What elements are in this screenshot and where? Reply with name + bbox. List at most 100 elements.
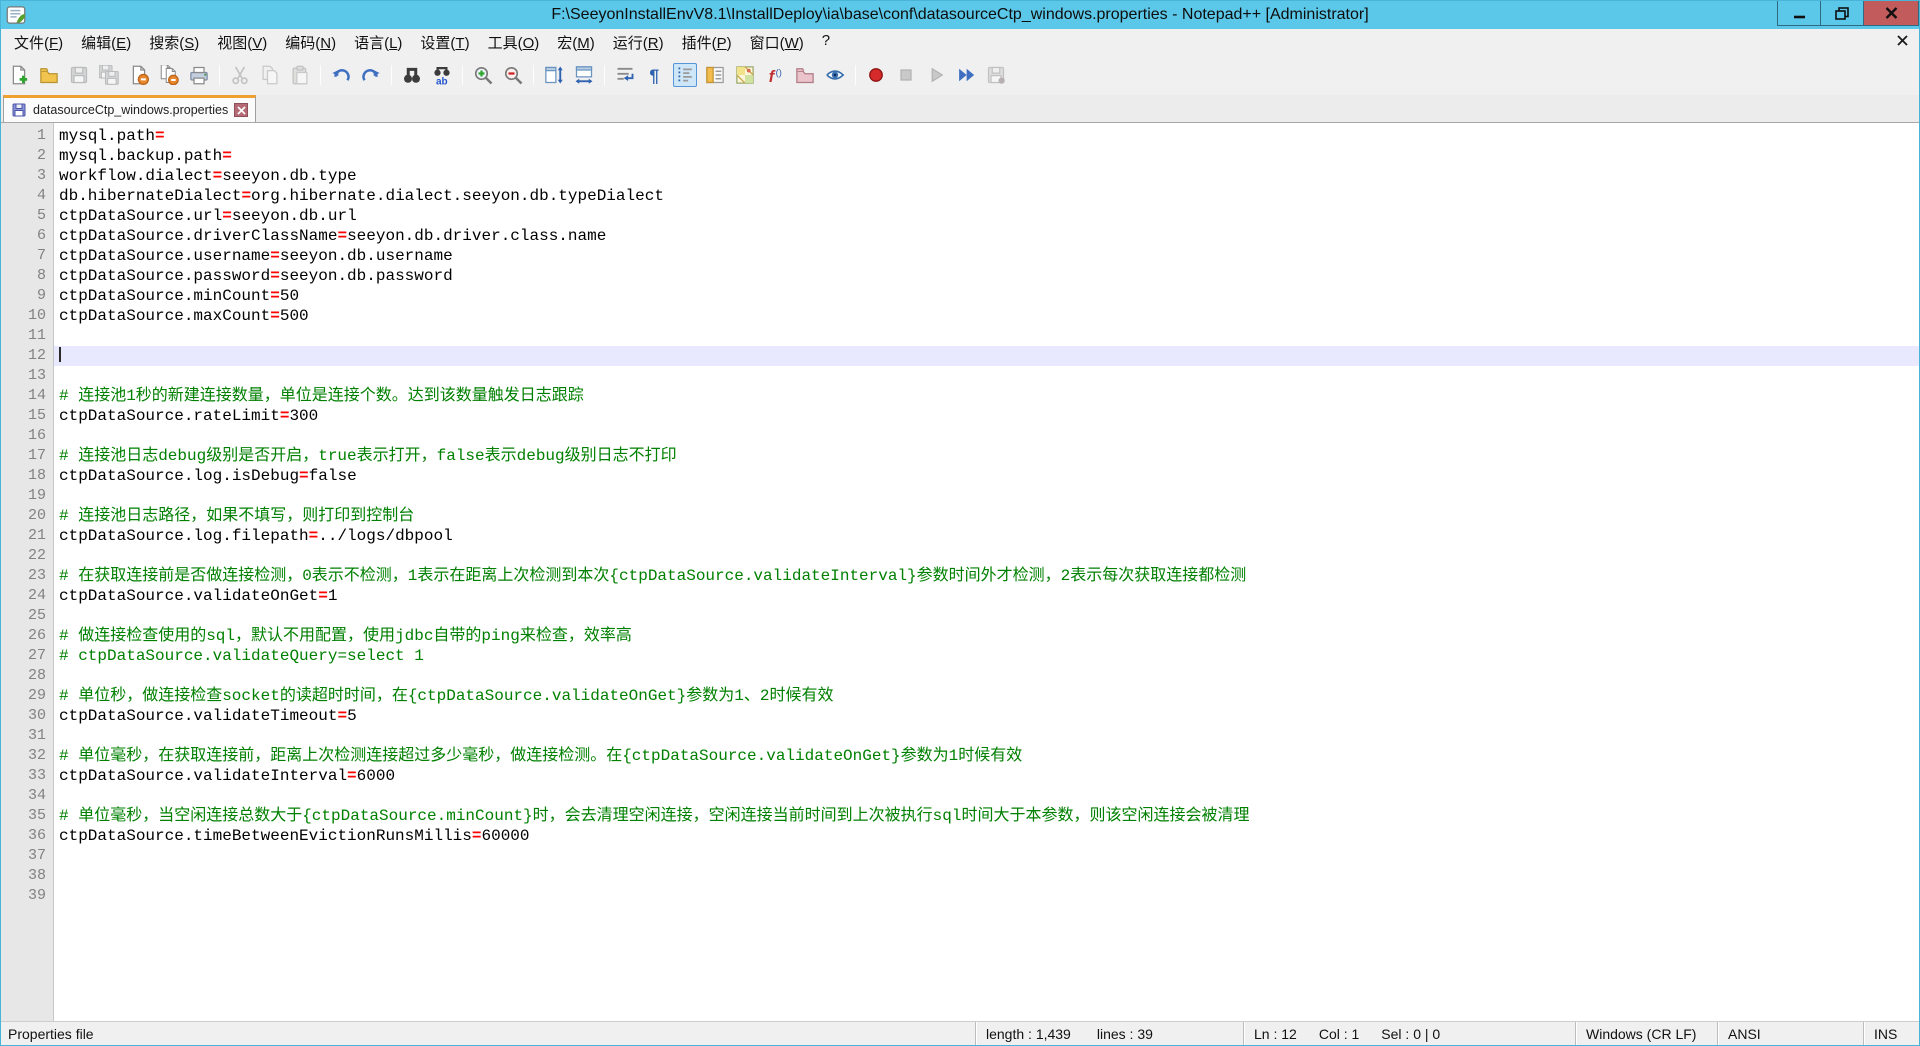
show-all-characters-button[interactable]: ¶ (643, 63, 667, 87)
line-number[interactable]: 31 (1, 726, 53, 746)
code-text[interactable] (53, 726, 59, 746)
code-text[interactable] (53, 486, 59, 506)
code-text[interactable] (53, 846, 59, 866)
line-number[interactable]: 36 (1, 826, 53, 846)
line-number[interactable]: 10 (1, 306, 53, 326)
line-number[interactable]: 4 (1, 186, 53, 206)
line-number[interactable]: 37 (1, 846, 53, 866)
line-number[interactable]: 6 (1, 226, 53, 246)
close-file-button[interactable] (127, 63, 151, 87)
code-text[interactable]: # 在获取连接前是否做连接检测，0表示不检测，1表示在距离上次检测到本次{ctp… (53, 566, 1246, 586)
code-text[interactable]: # 单位毫秒，在获取连接前，距离上次检测连接超过多少毫秒，做连接检测。在{ctp… (53, 746, 1022, 766)
code-text[interactable]: ctpDataSource.validateTimeout=5 (53, 706, 357, 726)
code-text[interactable]: ctpDataSource.validateInterval=6000 (53, 766, 395, 786)
code-line[interactable]: 29# 单位秒，做连接检查socket的读超时时间，在{ctpDataSourc… (1, 686, 1919, 706)
code-text[interactable] (53, 346, 59, 366)
tab-datasourceCtp-windows-properties[interactable]: datasourceCtp_windows.properties (3, 95, 256, 122)
status-encoding[interactable]: ANSI (1717, 1022, 1863, 1045)
code-line[interactable]: 10ctpDataSource.maxCount=500 (1, 306, 1919, 326)
code-line[interactable]: 4db.hibernateDialect=org.hibernate.diale… (1, 186, 1919, 206)
menu-item-tools[interactable]: 工具(O) (479, 29, 549, 56)
code-line[interactable]: 38 (1, 866, 1919, 886)
zoom-out-button[interactable] (501, 63, 525, 87)
tab-close-icon[interactable] (234, 103, 248, 117)
folder-as-workspace-button[interactable] (793, 63, 817, 87)
minimize-button[interactable] (1777, 1, 1821, 26)
undo-button[interactable] (329, 63, 353, 87)
menu-item-language[interactable]: 语言(L) (345, 29, 411, 56)
replace-button[interactable]: ab (430, 63, 454, 87)
code-text[interactable]: # 单位毫秒，当空闲连接总数大于{ctpDataSource.minCount}… (53, 806, 1249, 826)
code-text[interactable]: workflow.dialect=seeyon.db.type (53, 166, 357, 186)
code-text[interactable]: ctpDataSource.minCount=50 (53, 286, 299, 306)
line-number[interactable]: 2 (1, 146, 53, 166)
code-line[interactable]: 3workflow.dialect=seeyon.db.type (1, 166, 1919, 186)
line-number[interactable]: 5 (1, 206, 53, 226)
restore-button[interactable] (1820, 1, 1864, 26)
code-line[interactable]: 26# 做连接检查使用的sql，默认不用配置，使用jdbc自带的ping来检查，… (1, 626, 1919, 646)
line-number[interactable]: 16 (1, 426, 53, 446)
line-number[interactable]: 21 (1, 526, 53, 546)
code-text[interactable]: ctpDataSource.maxCount=500 (53, 306, 309, 326)
code-text[interactable]: ctpDataSource.timeBetweenEvictionRunsMil… (53, 826, 530, 846)
code-line[interactable]: 32# 单位毫秒，在获取连接前，距离上次检测连接超过多少毫秒，做连接检测。在{c… (1, 746, 1919, 766)
code-line[interactable]: 6ctpDataSource.driverClassName=seeyon.db… (1, 226, 1919, 246)
document-map-button[interactable] (733, 63, 757, 87)
status-insert-mode[interactable]: INS (1863, 1022, 1919, 1045)
code-line[interactable]: 16 (1, 426, 1919, 446)
function-list-button[interactable]: f() (763, 63, 787, 87)
code-text[interactable] (53, 886, 59, 906)
code-line[interactable]: 30ctpDataSource.validateTimeout=5 (1, 706, 1919, 726)
line-number[interactable]: 22 (1, 546, 53, 566)
code-text[interactable] (53, 606, 59, 626)
code-line[interactable]: 19 (1, 486, 1919, 506)
code-text[interactable] (53, 426, 59, 446)
sync-scroll-vertical-button[interactable] (542, 63, 566, 87)
code-line[interactable]: 21ctpDataSource.log.filepath=../logs/dbp… (1, 526, 1919, 546)
menu-item-file[interactable]: 文件(F) (5, 29, 72, 56)
code-text[interactable] (53, 366, 59, 386)
code-line[interactable]: 11 (1, 326, 1919, 346)
code-line[interactable]: 28 (1, 666, 1919, 686)
code-line[interactable]: 34 (1, 786, 1919, 806)
line-number[interactable]: 23 (1, 566, 53, 586)
close-all-button[interactable] (157, 63, 181, 87)
code-line[interactable]: 23# 在获取连接前是否做连接检测，0表示不检测，1表示在距离上次检测到本次{c… (1, 566, 1919, 586)
menu-item-run[interactable]: 运行(R) (604, 29, 673, 56)
line-number[interactable]: 7 (1, 246, 53, 266)
code-line[interactable]: 2mysql.backup.path= (1, 146, 1919, 166)
code-line[interactable]: 33ctpDataSource.validateInterval=6000 (1, 766, 1919, 786)
code-line[interactable]: 5ctpDataSource.url=seeyon.db.url (1, 206, 1919, 226)
open-file-button[interactable] (37, 63, 61, 87)
menu-item-encoding[interactable]: 编码(N) (276, 29, 345, 56)
code-text[interactable] (53, 326, 59, 346)
monitoring-button[interactable] (823, 63, 847, 87)
code-text[interactable]: # 连接池日志debug级别是否开启，true表示打开，false表示debug… (53, 446, 677, 466)
code-line[interactable]: 7ctpDataSource.username=seeyon.db.userna… (1, 246, 1919, 266)
code-line[interactable]: 22 (1, 546, 1919, 566)
line-number[interactable]: 33 (1, 766, 53, 786)
code-text[interactable]: ctpDataSource.rateLimit=300 (53, 406, 318, 426)
text-editor[interactable]: 1mysql.path=2mysql.backup.path=3workflow… (1, 123, 1919, 1021)
code-text[interactable]: ctpDataSource.driverClassName=seeyon.db.… (53, 226, 606, 246)
line-number[interactable]: 25 (1, 606, 53, 626)
code-text[interactable]: db.hibernateDialect=org.hibernate.dialec… (53, 186, 664, 206)
code-text[interactable]: ctpDataSource.validateOnGet=1 (53, 586, 337, 606)
line-number[interactable]: 18 (1, 466, 53, 486)
line-number[interactable]: 14 (1, 386, 53, 406)
line-number[interactable]: 39 (1, 886, 53, 906)
code-text[interactable]: ctpDataSource.log.isDebug=false (53, 466, 357, 486)
code-text[interactable]: ctpDataSource.username=seeyon.db.usernam… (53, 246, 453, 266)
code-line[interactable]: 31 (1, 726, 1919, 746)
new-file-button[interactable] (7, 63, 31, 87)
find-button[interactable] (400, 63, 424, 87)
code-line[interactable]: 35# 单位毫秒，当空闲连接总数大于{ctpDataSource.minCoun… (1, 806, 1919, 826)
code-line[interactable]: 24ctpDataSource.validateOnGet=1 (1, 586, 1919, 606)
line-number[interactable]: 9 (1, 286, 53, 306)
code-text[interactable]: # 做连接检查使用的sql，默认不用配置，使用jdbc自带的ping来检查，效率… (53, 626, 632, 646)
code-line[interactable]: 8ctpDataSource.password=seeyon.db.passwo… (1, 266, 1919, 286)
code-text[interactable]: ctpDataSource.log.filepath=../logs/dbpoo… (53, 526, 453, 546)
code-line[interactable]: 13 (1, 366, 1919, 386)
line-number[interactable]: 26 (1, 626, 53, 646)
code-text[interactable]: # 连接池1秒的新建连接数量，单位是连接个数。达到该数量触发日志跟踪 (53, 386, 584, 406)
